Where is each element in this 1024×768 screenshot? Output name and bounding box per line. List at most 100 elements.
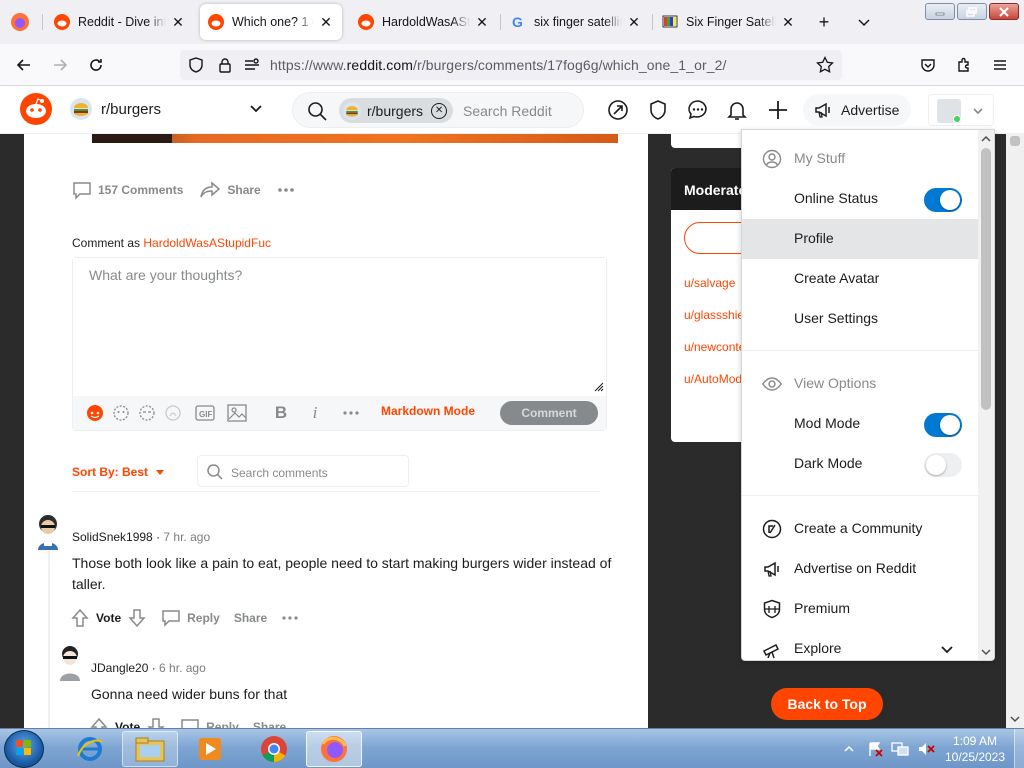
page-permissions-icon[interactable] (244, 58, 260, 72)
downvote-arrow-icon[interactable] (146, 717, 166, 728)
tab-six-finger[interactable]: Six Finger Satellite ✕ (654, 4, 804, 40)
lock-icon[interactable] (217, 57, 233, 73)
online-status-toggle[interactable] (924, 188, 962, 212)
more-formatting-icon[interactable] (339, 401, 363, 425)
mod-mode-toggle[interactable] (924, 413, 962, 437)
back-to-top-button[interactable]: Back to Top (771, 688, 883, 720)
search-bar[interactable]: r/burgers ✕ Search Reddit (292, 92, 584, 128)
address-bar[interactable]: https://www.reddit.com/r/burgers/comment… (180, 50, 842, 80)
profile-item[interactable]: Profile (742, 219, 978, 259)
advertise-button[interactable]: Advertise (803, 94, 911, 126)
new-tab-icon[interactable]: + (812, 10, 836, 34)
show-desktop-button[interactable] (1014, 729, 1024, 768)
clear-scope-icon[interactable]: ✕ (431, 102, 448, 119)
downvote-arrow-icon[interactable] (127, 608, 147, 628)
dark-mode-item[interactable]: Dark Mode (742, 444, 978, 484)
tab-close-icon[interactable]: ✕ (474, 14, 490, 31)
scroll-down-arrow-icon[interactable] (1010, 714, 1020, 724)
italic-icon[interactable]: i (303, 401, 327, 425)
avatar[interactable] (56, 645, 84, 681)
community-selector[interactable]: r/burgers (70, 98, 161, 120)
tab-close-icon[interactable]: ✕ (780, 14, 796, 31)
create-community-item[interactable]: Create a Community (742, 509, 978, 549)
emoji-faded-icon[interactable] (161, 401, 185, 425)
comment-author[interactable]: SolidSnek1998 (72, 530, 153, 544)
share-button[interactable]: Share (199, 180, 261, 200)
firefox-taskbar-icon[interactable] (306, 731, 362, 767)
user-settings-item[interactable]: User Settings (742, 299, 978, 339)
hamburger-menu-icon[interactable] (989, 54, 1011, 76)
moderator-link[interactable]: u/salvage (684, 276, 735, 290)
markdown-mode-link[interactable]: Markdown Mode (381, 404, 475, 418)
menu-scroll-thumb[interactable] (981, 148, 991, 410)
page-scrollbar[interactable] (1006, 134, 1024, 728)
forward-arrow-icon[interactable] (49, 54, 71, 76)
gif-icon[interactable]: GIF (193, 401, 217, 425)
more-options-button[interactable] (281, 615, 305, 621)
tab-google-search[interactable]: G six finger satellite ✕ (502, 4, 650, 40)
comment-time[interactable]: 7 hr. ago (163, 530, 210, 544)
user-menu-button[interactable] (928, 94, 994, 126)
tracking-protection-icon[interactable] (188, 57, 204, 73)
menu-scrollbar[interactable] (978, 130, 994, 660)
emoji-wink-icon[interactable] (135, 401, 159, 425)
tab-which-one[interactable]: Which one? 1 or 2 ✕ (200, 4, 342, 40)
notification-bell-icon[interactable] (725, 98, 749, 122)
online-status-item[interactable]: Online Status (742, 179, 978, 219)
popular-icon[interactable] (606, 98, 630, 122)
chrome-taskbar-icon[interactable] (246, 731, 302, 767)
mod-shield-icon[interactable] (646, 98, 670, 122)
restore-button[interactable] (957, 3, 987, 20)
mod-mode-item[interactable]: Mod Mode (742, 404, 978, 444)
emoji-happy-icon[interactable] (109, 401, 133, 425)
tab-close-icon[interactable]: ✕ (626, 14, 642, 31)
create-post-plus-icon[interactable] (766, 98, 790, 122)
share-button[interactable]: Share (253, 720, 286, 728)
scroll-up-arrow-icon[interactable] (980, 133, 992, 145)
taskbar-clock[interactable]: 1:09 AM 10/25/2023 (940, 733, 1010, 765)
comment-time[interactable]: 6 hr. ago (159, 661, 206, 675)
comment-submit-button[interactable]: Comment (500, 401, 598, 425)
avatar[interactable] (34, 514, 62, 550)
chevron-down-icon[interactable] (248, 100, 264, 116)
comment-textarea[interactable] (73, 258, 606, 396)
tab-close-icon[interactable]: ✕ (318, 14, 334, 31)
create-avatar-item[interactable]: Create Avatar (742, 259, 978, 299)
reload-icon[interactable] (85, 54, 107, 76)
reply-button[interactable]: Reply (161, 609, 220, 627)
scroll-down-arrow-icon[interactable] (980, 646, 992, 658)
network-icon[interactable] (891, 741, 909, 757)
comments-button[interactable]: 157 Comments (72, 180, 183, 200)
volume-muted-icon[interactable] (917, 741, 935, 757)
tab-reddit-home[interactable]: Reddit - Dive into anything ✕ (46, 4, 194, 40)
advertise-item[interactable]: Advertise on Reddit (742, 549, 978, 589)
share-button[interactable]: Share (234, 611, 267, 625)
show-hidden-icons-icon[interactable] (843, 743, 855, 755)
dark-mode-toggle[interactable] (924, 453, 962, 477)
sort-dropdown[interactable]: Sort By: Best (72, 465, 165, 479)
back-arrow-icon[interactable] (13, 54, 35, 76)
image-upload-icon[interactable] (225, 401, 249, 425)
reddit-logo[interactable] (20, 93, 52, 125)
start-button[interactable] (4, 730, 44, 768)
snoomoji-icon[interactable] (83, 401, 107, 425)
internet-explorer-taskbar-icon[interactable] (62, 731, 118, 767)
comment-author[interactable]: JDangle20 (91, 661, 148, 675)
resize-grip-icon[interactable] (592, 380, 604, 392)
file-explorer-taskbar-icon[interactable] (122, 731, 178, 767)
search-scope-chip[interactable]: r/burgers ✕ (339, 98, 454, 123)
chat-icon[interactable] (686, 98, 710, 122)
bold-icon[interactable]: B (269, 401, 293, 425)
close-window-button[interactable] (989, 3, 1019, 20)
upvote-arrow-icon[interactable] (89, 717, 109, 728)
firefox-view-icon[interactable] (10, 12, 30, 32)
comment-as-username[interactable]: HardoldWasAStupidFuc (143, 236, 271, 250)
premium-item[interactable]: Premium (742, 589, 978, 629)
tab-user-profile[interactable]: HardoldWasAStupidFuc ✕ (350, 4, 498, 40)
bookmark-star-icon[interactable] (816, 56, 834, 74)
more-options-button[interactable] (277, 187, 301, 193)
media-player-taskbar-icon[interactable] (182, 731, 238, 767)
tab-close-icon[interactable]: ✕ (170, 14, 186, 31)
comment-search-input[interactable]: Search comments (197, 455, 409, 487)
pocket-icon[interactable] (917, 54, 939, 76)
